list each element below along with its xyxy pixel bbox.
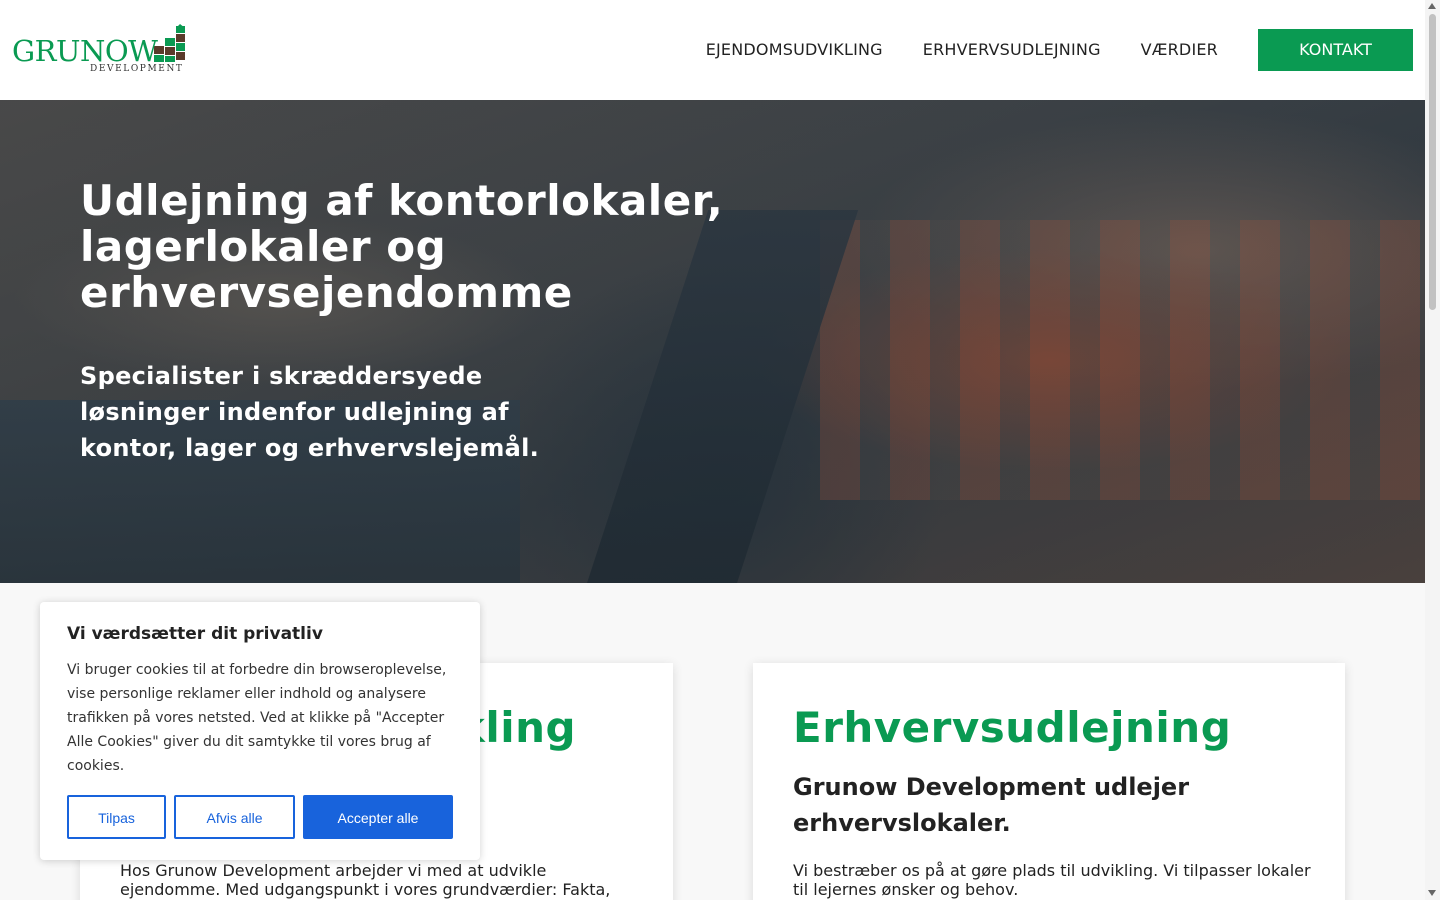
scroll-down-arrow-icon[interactable] [1428, 890, 1436, 896]
card-title[interactable]: Erhvervsudlejning [793, 703, 1231, 752]
card-body: Hos Grunow Development arbejder vi med a… [120, 861, 611, 899]
hero-rooftops-decoration [820, 220, 1420, 500]
site-logo[interactable]: GRUNOW DEVELOPMENT [12, 24, 187, 78]
scrollbar-thumb[interactable] [1429, 14, 1436, 310]
cookie-consent-banner: Vi værdsætter dit privatliv Vi bruger co… [40, 602, 480, 860]
card-erhvervsudlejning: Erhvervsudlejning Grunow Development udl… [753, 663, 1345, 900]
scroll-up-arrow-icon[interactable] [1428, 3, 1436, 9]
cookie-text: Vi bruger cookies til at forbedre din br… [67, 662, 447, 774]
accept-all-button[interactable]: Accepter alle [303, 795, 453, 839]
cookie-buttons: Tilpas Afvis alle Accepter alle [67, 795, 461, 839]
contact-button[interactable]: KONTAKT [1258, 29, 1413, 71]
hero-banner: Udlejning af kontorlokaler, lagerlokaler… [0, 100, 1425, 583]
cookie-title: Vi værdsætter dit privatliv [67, 624, 323, 644]
logo-subtitle: DEVELOPMENT [90, 64, 184, 74]
logo-wordmark: GRUNOW [12, 34, 158, 68]
card-body: Vi bestræber os på at gøre plads til udv… [793, 861, 1311, 899]
customize-button[interactable]: Tilpas [67, 795, 166, 839]
building-blocks-icon [154, 24, 185, 62]
nav-item-vaerdier[interactable]: VÆRDIER [1141, 29, 1218, 71]
nav-item-erhvervsudlejning[interactable]: ERHVERVSUDLEJNING [923, 29, 1101, 71]
card-lead: Grunow Development udlejer erhvervslokal… [793, 773, 1190, 837]
nav-item-ejendomsudvikling[interactable]: EJENDOMSUDVIKLING [706, 29, 883, 71]
page-scrollbar[interactable] [1425, 0, 1440, 900]
main-nav: EJENDOMSUDVIKLING ERHVERVSUDLEJNING VÆRD… [706, 29, 1413, 71]
hero-subtitle: Specialister i skræddersyede løsninger i… [80, 362, 540, 462]
site-header: GRUNOW DEVELOPMENT EJENDOMSUDVIKLING ERH… [0, 0, 1425, 100]
hero-title: Udlejning af kontorlokaler, lagerlokaler… [80, 176, 724, 317]
reject-all-button[interactable]: Afvis alle [174, 795, 295, 839]
